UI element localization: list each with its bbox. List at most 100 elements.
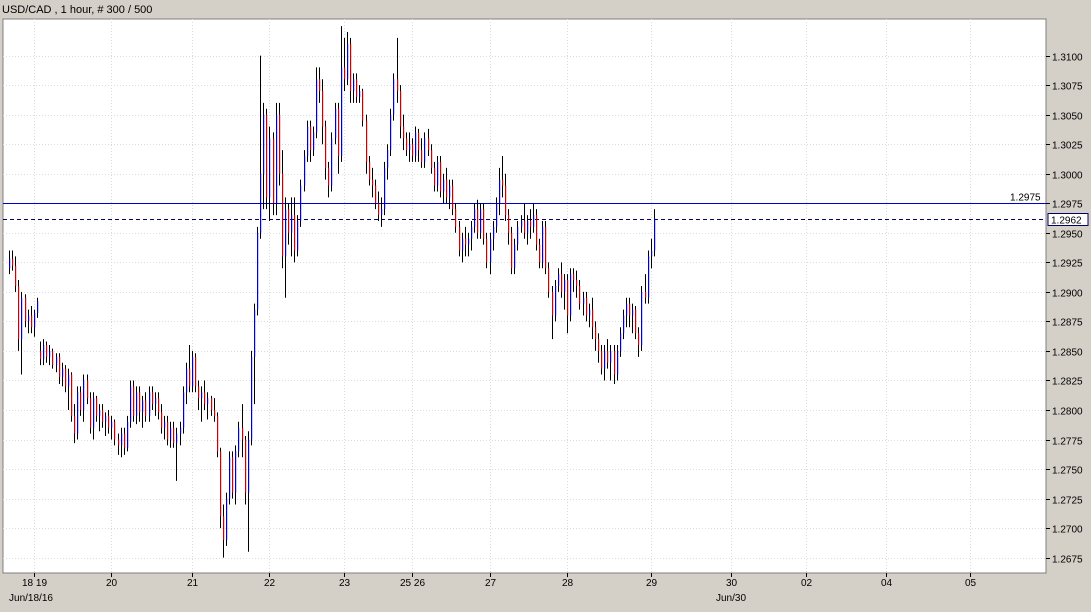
bar-body (632, 309, 634, 316)
ohlc-bar (220, 447, 222, 529)
bar-body (514, 244, 516, 269)
bar-body (198, 386, 200, 399)
bar-body (508, 215, 510, 233)
bar-body (431, 150, 433, 168)
bar-body (505, 185, 507, 216)
bar-body (589, 309, 591, 316)
ohlc-bar (217, 412, 219, 458)
ohlc-bar (77, 386, 79, 440)
ohlc-bar (297, 215, 299, 257)
bar-body (462, 238, 464, 251)
ohlc-bar (229, 451, 231, 505)
bar-body (130, 386, 132, 422)
bar-body (418, 132, 420, 151)
bar-body (440, 161, 442, 192)
bar-body (207, 398, 209, 405)
bar-body (536, 215, 538, 245)
bar-body (533, 215, 535, 227)
bar-body (654, 218, 656, 251)
bar-body (579, 285, 581, 304)
bar-body (297, 220, 299, 251)
bar-body (226, 498, 228, 540)
bar-body (158, 398, 160, 413)
bar-body (260, 173, 262, 233)
y-axis: 1.3100 1.3075 1.3050 1.3025 1.3000 1.2975 1.29… (1046, 53, 1083, 566)
bar-body (167, 421, 169, 440)
bar-body (189, 368, 191, 387)
bar-body (279, 114, 281, 174)
bar-body (539, 244, 541, 263)
x-tick-label: 25 26 (400, 578, 425, 589)
bar-body (555, 285, 557, 316)
bar-body (493, 226, 495, 239)
bar-body (269, 138, 271, 198)
bar-body (46, 345, 48, 357)
ohlc-bar (279, 102, 281, 186)
bar-body (251, 356, 253, 440)
ohlc-bar (440, 156, 442, 198)
ohlc-bar (331, 132, 333, 192)
bar-body (90, 398, 92, 428)
ohlc-bar (251, 350, 253, 446)
bar-body (294, 215, 296, 251)
bar-body (155, 398, 157, 405)
bar-body (282, 173, 284, 257)
y-tick-label: 1.3075 (1052, 82, 1083, 93)
bar-body (12, 258, 14, 266)
ohlc-bar (307, 120, 309, 162)
bar-body (517, 226, 519, 245)
bar-body (304, 156, 306, 186)
bar-body (490, 238, 492, 263)
x-tick-label: 20 (106, 578, 118, 589)
bar-body (397, 79, 399, 92)
bar-body (21, 297, 23, 340)
bar-body (641, 291, 643, 346)
bar-body (626, 303, 628, 316)
bar-body (248, 439, 250, 493)
bar-body (434, 167, 436, 186)
x-tick-label: 29 (646, 578, 658, 589)
bar-body (170, 427, 172, 440)
bar-body (468, 238, 470, 245)
bar-body (235, 451, 237, 493)
bar-body (592, 309, 594, 328)
ohlc-bar (335, 102, 337, 145)
bar-body (496, 203, 498, 227)
bar-body (545, 226, 547, 269)
bar-body (409, 144, 411, 151)
bar-body (183, 392, 185, 428)
y-tick-label: 1.2750 (1052, 466, 1083, 477)
bar-body (118, 439, 120, 446)
ohlc-bar (393, 73, 395, 121)
ohlc-bar (570, 268, 572, 322)
bar-body (406, 138, 408, 151)
bar-body (114, 421, 116, 440)
plot-background (2, 18, 1047, 574)
ohlc-bar (304, 150, 306, 192)
ohlc-bar (511, 226, 513, 275)
bar-body (331, 138, 333, 186)
bar-body (223, 516, 225, 540)
bar-body (449, 185, 451, 198)
bar-body (111, 421, 113, 428)
bar-body (548, 268, 550, 292)
bar-body (648, 256, 650, 298)
ohlc-bar (232, 451, 234, 499)
bar-body (9, 258, 11, 269)
bar-body (617, 350, 619, 375)
bar-body (359, 91, 361, 97)
bar-body (195, 356, 197, 387)
bar-body (610, 350, 612, 363)
bar-body (164, 421, 166, 428)
x-date-label: Jun/18/16 (9, 593, 53, 604)
y-tick-label: 1.3100 (1052, 53, 1083, 64)
x-tick-label: 27 (485, 578, 497, 589)
ohlc-bar (183, 386, 185, 434)
bar-body (232, 457, 234, 493)
bar-body (124, 433, 126, 448)
bar-body (71, 374, 73, 416)
bar-body (335, 108, 337, 139)
ohlc-bar (273, 132, 275, 216)
bar-body (133, 386, 135, 416)
bar-body (573, 274, 575, 281)
